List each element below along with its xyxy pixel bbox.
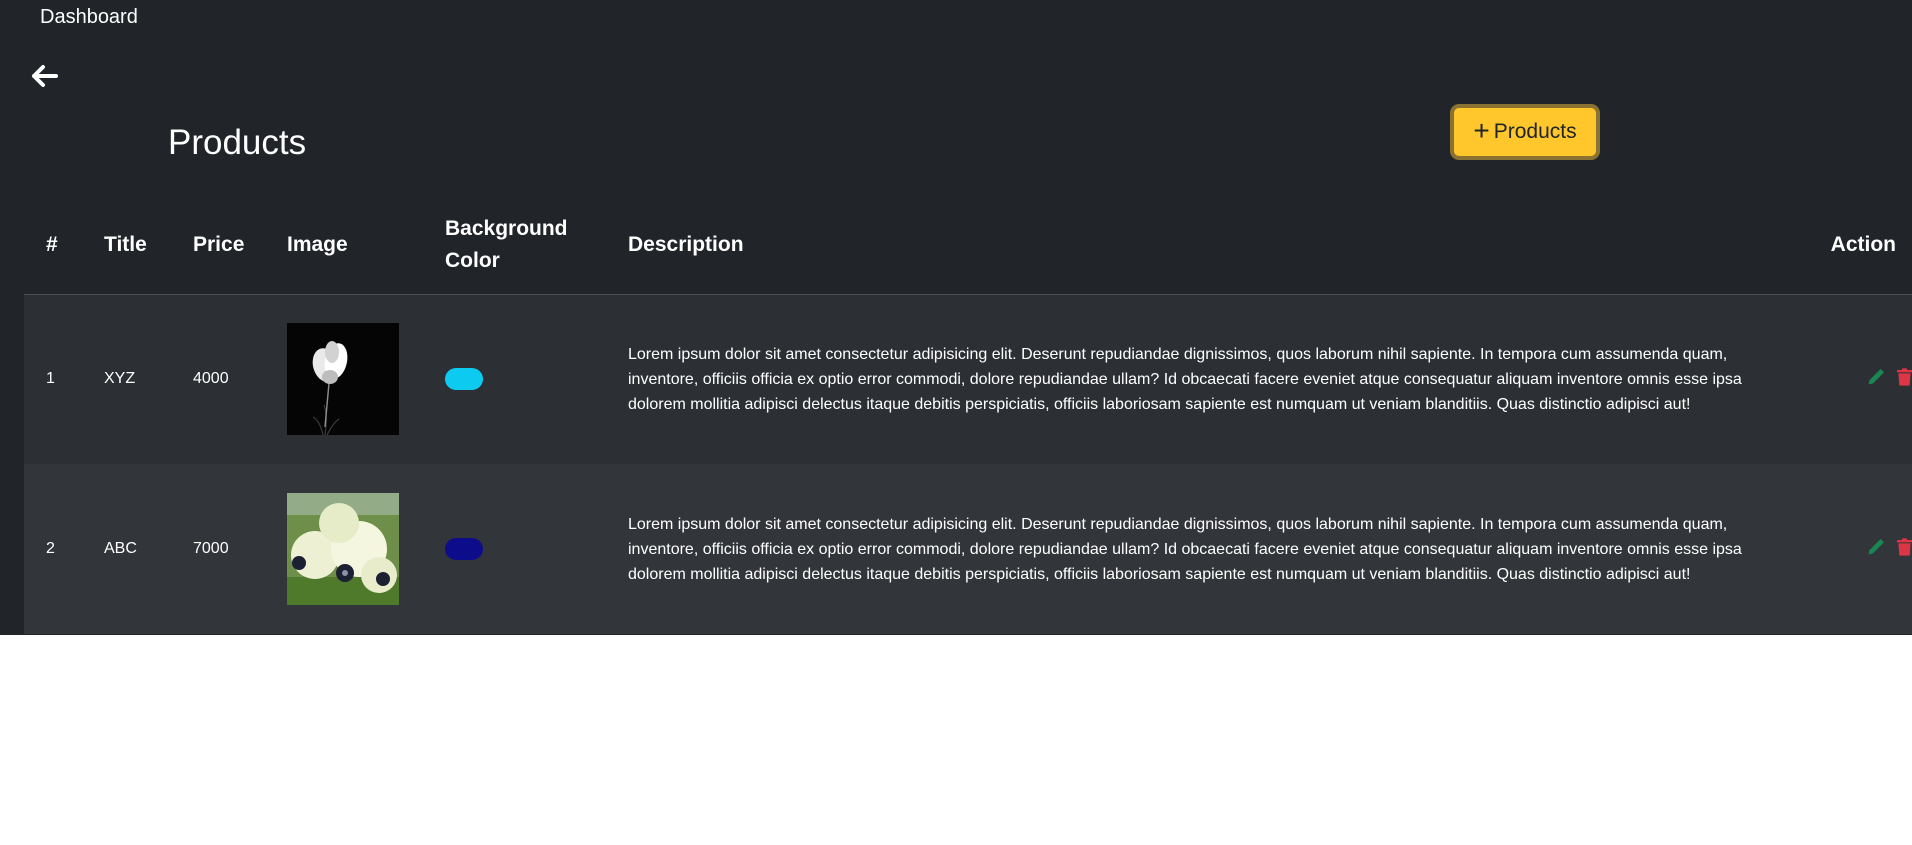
- row-price: 7000: [193, 540, 229, 557]
- row-title: ABC: [104, 540, 137, 557]
- column-header-action: Action: [1796, 196, 1912, 295]
- pencil-icon: [1868, 368, 1884, 385]
- edit-button[interactable]: [1867, 368, 1885, 391]
- row-index: 1: [46, 370, 55, 388]
- table-row: 1 XYZ 4000 Lorem ipsum dolor sit amet co…: [24, 294, 1912, 464]
- brand-dashboard-link[interactable]: Dashboard: [40, 4, 138, 30]
- trash-icon: [1897, 368, 1912, 386]
- column-header-price: Price: [171, 196, 265, 295]
- column-header-index: #: [24, 196, 82, 295]
- products-table: # Title Price Image Background Color Des…: [24, 196, 1912, 634]
- dashboard-panel: Dashboard Products + Products # Title Pr…: [0, 0, 1912, 635]
- column-header-description: Description: [606, 196, 1796, 295]
- delete-button[interactable]: [1897, 368, 1912, 391]
- row-index: 2: [46, 540, 55, 557]
- trash-icon: [1897, 537, 1912, 556]
- column-header-image: Image: [265, 196, 423, 295]
- row-description: Lorem ipsum dolor sit amet consectetur a…: [628, 345, 1742, 413]
- add-product-button-label: Products: [1493, 120, 1577, 143]
- pencil-icon: [1868, 538, 1884, 554]
- delete-button[interactable]: [1897, 537, 1912, 561]
- background-color-swatch: [445, 538, 483, 560]
- column-header-background-color: Background Color: [423, 196, 606, 295]
- add-product-button[interactable]: + Products: [1450, 104, 1600, 160]
- page-title: Products: [168, 123, 307, 162]
- product-image-anemone: [287, 493, 399, 605]
- table-header-row: # Title Price Image Background Color Des…: [24, 196, 1912, 295]
- product-image-flower: [287, 323, 399, 436]
- column-header-title: Title: [82, 196, 171, 295]
- arrow-left-icon: [32, 65, 58, 87]
- plus-icon: +: [1473, 114, 1490, 146]
- row-price: 4000: [193, 370, 229, 388]
- row-title: XYZ: [104, 370, 136, 388]
- table-row: 2 ABC 7000 Lorem ipsum dolor sit amet co…: [24, 464, 1912, 634]
- row-description: Lorem ipsum dolor sit amet consectetur a…: [628, 515, 1742, 583]
- background-color-swatch: [445, 368, 483, 391]
- back-button[interactable]: [28, 62, 60, 90]
- edit-button[interactable]: [1867, 538, 1885, 561]
